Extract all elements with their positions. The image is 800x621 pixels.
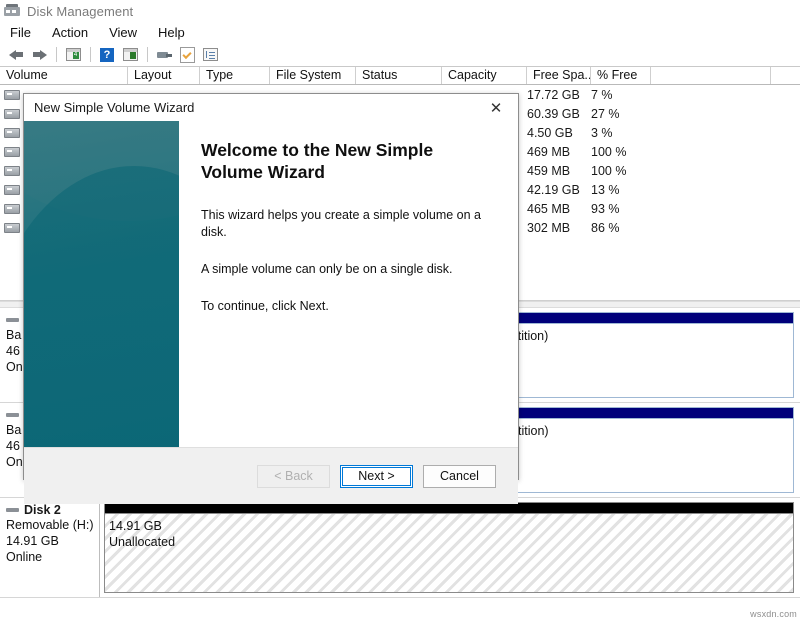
free-space-cell: 60.39 GB <box>527 106 580 121</box>
back-button[interactable]: < Back <box>257 464 330 488</box>
action-menu-icon[interactable] <box>119 45 141 65</box>
dialog-titlebar: New Simple Volume Wizard ✕ <box>24 94 518 121</box>
disk-size: 14.91 GB <box>6 534 59 548</box>
free-space-cell: 465 MB <box>527 201 571 216</box>
column-header-file-system[interactable]: File System <box>270 67 356 84</box>
column-header-type[interactable]: Type <box>200 67 270 84</box>
help-icon[interactable]: ? <box>96 45 118 65</box>
menu-view[interactable]: View <box>105 24 146 42</box>
dialog-footer: < Back Next > Cancel <box>24 447 518 504</box>
percent-free-cell: 13 % <box>591 182 620 197</box>
partition-color-bar <box>105 503 793 514</box>
percent-free-cell: 3 % <box>591 125 613 140</box>
back-arrow-icon[interactable] <box>5 45 27 65</box>
toolbar: 4 ? <box>0 43 800 66</box>
column-header-free-spa[interactable]: Free Spa... <box>527 67 591 84</box>
free-space-cell: 459 MB <box>527 163 571 178</box>
disk-icon <box>6 508 19 512</box>
toolbar-separator-2 <box>90 47 91 62</box>
list-view-icon[interactable] <box>199 45 221 65</box>
window-title: Disk Management <box>27 3 134 19</box>
column-header-volume[interactable]: Volume <box>0 67 128 84</box>
menu-help[interactable]: Help <box>154 24 194 42</box>
disk-name-label: Disk 2 <box>24 503 61 517</box>
disk-type: Removable (H:) <box>6 518 94 532</box>
volume-disk-icon <box>4 108 20 119</box>
percent-free-cell: 100 % <box>591 163 627 178</box>
free-space-cell: 17.72 GB <box>527 87 580 102</box>
watermark: wsxdn.com <box>750 609 797 619</box>
volume-disk-icon <box>4 165 20 176</box>
wizard-paragraph-2: A simple volume can only be on a single … <box>201 262 453 276</box>
free-space-cell: 42.19 GB <box>527 182 580 197</box>
forward-arrow-icon[interactable] <box>28 45 50 65</box>
refresh-icon[interactable] <box>176 45 198 65</box>
disk-icon <box>6 413 19 417</box>
volume-disk-icon <box>4 203 20 214</box>
dialog-title: New Simple Volume Wizard <box>34 100 195 115</box>
wizard-paragraph-1: This wizard helps you create a simple vo… <box>201 208 481 239</box>
disk-status: Online <box>6 550 43 564</box>
wizard-paragraph-3: To continue, click Next. <box>201 299 329 313</box>
free-space-cell: 469 MB <box>527 144 571 159</box>
volume-disk-icon <box>4 146 20 157</box>
dialog-body: Welcome to the New Simple Volume Wizard … <box>24 121 518 447</box>
dialog-content: Welcome to the New Simple Volume Wizard … <box>179 121 518 447</box>
properties-icon[interactable] <box>153 45 175 65</box>
percent-free-cell: 100 % <box>591 144 627 159</box>
menu-file[interactable]: File <box>6 24 40 42</box>
percent-free-cell: 86 % <box>591 220 620 235</box>
disk-info-panel: Disk 2 Removable (H:) 14.91 GB Online <box>0 498 100 597</box>
volume-list-header: Volume Layout Type File System Status Capacit… <box>0 66 800 85</box>
partition-block[interactable]: 14.91 GB Unallocated <box>104 502 794 593</box>
free-space-cell: 302 MB <box>527 220 571 235</box>
column-header-blank[interactable] <box>651 67 771 84</box>
next-button[interactable]: Next > <box>340 464 413 488</box>
disk-partitions: 14.91 GB Unallocated <box>100 498 800 597</box>
menubar: File Action View Help <box>0 22 800 43</box>
partition-size-label: 14.91 GB <box>109 519 162 533</box>
free-space-cell: 4.50 GB <box>527 125 573 140</box>
disk-row-disk-2[interactable]: Disk 2 Removable (H:) 14.91 GB Online 14.91 … <box>0 498 800 598</box>
volume-disk-icon <box>4 184 20 195</box>
volume-disk-icon <box>4 127 20 138</box>
disk-icon <box>6 318 19 322</box>
percent-free-cell: 93 % <box>591 201 620 216</box>
disk-management-icon <box>4 4 20 18</box>
volume-disk-icon <box>4 222 20 233</box>
percent-free-cell: 27 % <box>591 106 620 121</box>
partition-status-label: Unallocated <box>109 535 176 549</box>
cancel-button[interactable]: Cancel <box>423 464 496 488</box>
new-simple-volume-wizard-dialog: New Simple Volume Wizard ✕ Welcome to th… <box>23 93 519 504</box>
menu-action[interactable]: Action <box>48 24 97 42</box>
wizard-banner-image <box>24 121 179 447</box>
toolbar-separator-1 <box>56 47 57 62</box>
wizard-heading: Welcome to the New Simple Volume Wizard <box>201 140 434 182</box>
column-header-status[interactable]: Status <box>356 67 442 84</box>
disk-name: Disk 2 <box>6 503 99 517</box>
volume-disk-icon <box>4 89 20 100</box>
column-header-free[interactable]: % Free <box>591 67 651 84</box>
column-header-capacity[interactable]: Capacity <box>442 67 527 84</box>
disk-management-window: Disk Management File Action View Help 4 … <box>0 0 800 621</box>
toolbar-separator-3 <box>147 47 148 62</box>
window-titlebar: Disk Management <box>0 0 800 22</box>
close-icon[interactable]: ✕ <box>474 94 518 121</box>
show-hide-console-tree-icon[interactable]: 4 <box>62 45 84 65</box>
column-header-layout[interactable]: Layout <box>128 67 200 84</box>
percent-free-cell: 7 % <box>591 87 613 102</box>
